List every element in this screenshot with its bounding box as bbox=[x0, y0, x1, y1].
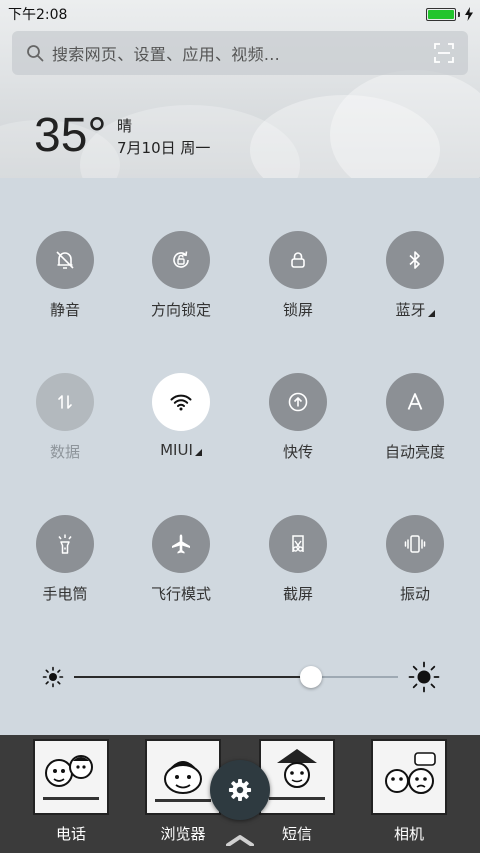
tile-label: 蓝牙 bbox=[395, 301, 426, 319]
tile-screenshot[interactable]: 截屏 bbox=[248, 515, 348, 604]
cloud-decoration bbox=[330, 70, 480, 178]
chevron-up-icon[interactable] bbox=[226, 834, 254, 846]
status-time: 下午2:08 bbox=[8, 7, 68, 23]
quick-settings-panel: 静音 方向锁定 锁屏 蓝牙 数据 MIUI 快传 自动亮度 手电筒 飞行模式 截… bbox=[0, 178, 480, 735]
battery-indicator bbox=[426, 7, 474, 21]
vibrate-icon bbox=[404, 535, 426, 553]
lock-icon bbox=[291, 252, 305, 268]
gear-icon bbox=[228, 778, 252, 802]
mobile-data-icon bbox=[58, 395, 72, 409]
dock-app-label: 浏览器 bbox=[160, 825, 206, 843]
brightness-track-filled[interactable] bbox=[74, 676, 311, 678]
screenshot-icon bbox=[292, 535, 304, 552]
search-bar[interactable]: 搜索网页、设置、应用、视频... bbox=[12, 31, 468, 75]
dock-app-label: 相机 bbox=[393, 825, 424, 843]
tile-vibrate[interactable]: 振动 bbox=[365, 515, 465, 604]
dock-app-phone[interactable]: 电话 bbox=[26, 739, 116, 844]
tile-auto-brightness[interactable]: 自动亮度 bbox=[365, 373, 465, 462]
tile-flashlight[interactable]: 手电筒 bbox=[15, 515, 115, 604]
bell-off-icon bbox=[56, 251, 74, 269]
tile-label: 自动亮度 bbox=[384, 443, 445, 461]
top-area: 下午2:08 搜索网页、设置、应用、视频... 35° 晴 7月10日 周一 bbox=[0, 0, 480, 178]
wifi-icon bbox=[170, 394, 192, 411]
tile-quick-transfer[interactable]: 快传 bbox=[248, 373, 348, 462]
tile-silent[interactable]: 静音 bbox=[15, 231, 115, 320]
tile-rotation-lock[interactable]: 方向锁定 bbox=[131, 231, 231, 320]
tile-label: 振动 bbox=[399, 585, 430, 603]
tile-label: 截屏 bbox=[282, 585, 313, 603]
tile-lock-screen[interactable]: 锁屏 bbox=[248, 231, 348, 320]
charging-icon bbox=[465, 7, 473, 21]
tile-label: 锁屏 bbox=[282, 301, 313, 319]
weather-temperature[interactable]: 35° bbox=[34, 108, 107, 163]
tile-label: 飞行模式 bbox=[150, 585, 211, 603]
dock-app-label: 短信 bbox=[281, 825, 312, 843]
brightness-slider-knob[interactable] bbox=[300, 666, 322, 688]
weather-condition: 晴 bbox=[117, 117, 133, 135]
tile-label: MIUI bbox=[160, 441, 193, 459]
bluetooth-icon bbox=[409, 251, 420, 269]
settings-button[interactable] bbox=[210, 760, 270, 820]
brightness-track[interactable] bbox=[311, 676, 398, 678]
search-input[interactable]: 搜索网页、设置、应用、视频... bbox=[52, 41, 434, 65]
dock-app-camera[interactable]: 相机 bbox=[364, 739, 454, 844]
battery-icon bbox=[426, 7, 456, 21]
brightness-high-icon bbox=[408, 661, 440, 693]
tile-bluetooth[interactable]: 蓝牙 bbox=[365, 231, 465, 320]
messages-app-icon[interactable] bbox=[259, 739, 335, 815]
dock-app-label: 电话 bbox=[55, 825, 86, 843]
tile-airplane-mode[interactable]: 飞行模式 bbox=[131, 515, 231, 604]
tile-label: 静音 bbox=[49, 301, 80, 319]
tile-label: 方向锁定 bbox=[150, 301, 211, 319]
weather-date: 7月10日 周一 bbox=[117, 139, 211, 157]
flashlight-icon bbox=[58, 534, 72, 554]
brightness-low-icon bbox=[42, 666, 64, 688]
scan-icon[interactable] bbox=[434, 43, 454, 63]
airplane-icon bbox=[172, 534, 190, 554]
browser-app-icon[interactable] bbox=[145, 739, 221, 815]
tile-label: 数据 bbox=[49, 443, 80, 461]
tile-label: 手电筒 bbox=[42, 585, 88, 603]
auto-brightness-icon bbox=[407, 393, 423, 410]
camera-app-icon[interactable] bbox=[371, 739, 447, 815]
tile-label: 快传 bbox=[282, 443, 313, 461]
rotation-lock-icon bbox=[173, 251, 189, 268]
phone-app-icon[interactable] bbox=[33, 739, 109, 815]
tile-wifi[interactable]: MIUI bbox=[131, 373, 231, 459]
quick-transfer-icon bbox=[288, 392, 308, 412]
tile-mobile-data[interactable]: 数据 bbox=[15, 373, 115, 462]
status-bar: 下午2:08 bbox=[0, 0, 480, 28]
search-icon bbox=[27, 45, 44, 62]
expand-corner-icon bbox=[427, 310, 435, 317]
expand-corner-icon bbox=[194, 449, 202, 456]
